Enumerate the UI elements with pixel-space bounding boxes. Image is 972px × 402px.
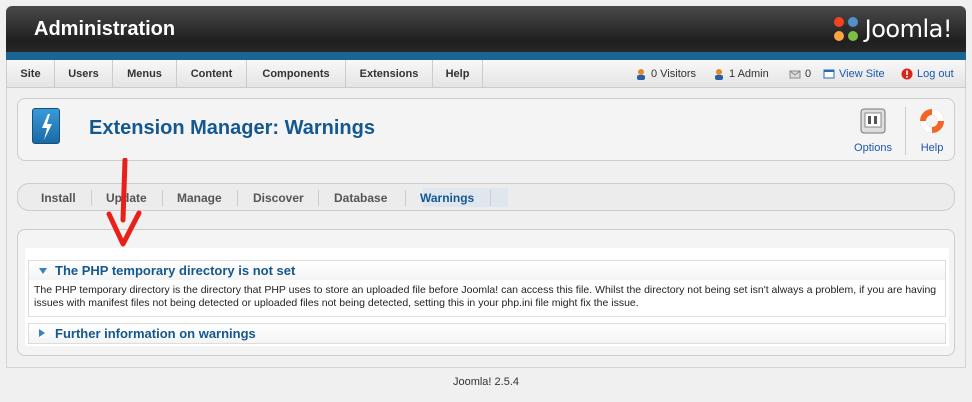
submenu-tabs: Install Update Manage Discover Database …: [17, 183, 955, 211]
warning-title: The PHP temporary directory is not set: [55, 263, 296, 278]
admin-header: Administration Joomla!: [6, 6, 966, 56]
caret-down-icon: [39, 268, 47, 274]
messages-icon: [789, 70, 801, 79]
tab-divider: [162, 190, 163, 206]
admin-title: Administration: [34, 18, 176, 40]
logout-icon: [901, 68, 913, 80]
warning-panel-header[interactable]: The PHP temporary directory is not set: [29, 261, 945, 280]
tab-divider: [318, 190, 319, 206]
menu-extensions[interactable]: Extensions: [346, 60, 433, 88]
help-lifebuoy-icon: [920, 109, 944, 133]
further-info-panel: Further information on warnings: [28, 323, 946, 344]
header-stripe: [6, 52, 966, 60]
tab-divider: [237, 190, 238, 206]
footer-version: Joomla! 2.5.4: [452, 376, 520, 388]
further-info-header[interactable]: Further information on warnings: [29, 324, 945, 343]
menu-components[interactable]: Components: [247, 60, 346, 88]
menu-help[interactable]: Help: [433, 60, 483, 88]
view-site-icon: [823, 69, 835, 79]
toolbar-separator: [905, 107, 906, 155]
admins-status: 1 Admin: [713, 60, 769, 88]
menu-site[interactable]: Site: [7, 60, 55, 88]
admins-count: 1 Admin: [729, 68, 769, 80]
toolbar-box: Extension Manager: Warnings Options Help: [17, 98, 955, 161]
admins-icon: [715, 69, 723, 80]
tab-discover[interactable]: Discover: [253, 190, 304, 206]
options-button[interactable]: Options: [848, 107, 898, 154]
joomla-logo-text: Joomla!: [864, 15, 953, 43]
help-button[interactable]: Help: [907, 107, 957, 154]
tab-warnings[interactable]: Warnings: [420, 190, 474, 206]
tab-manage[interactable]: Manage: [177, 190, 222, 206]
logout-link[interactable]: Log out: [901, 60, 954, 88]
visitors-status: 0 Visitors: [635, 60, 696, 88]
joomla-logo-icon: [833, 17, 858, 41]
caret-right-icon: [39, 329, 45, 337]
menu-users[interactable]: Users: [55, 60, 113, 88]
extension-manager-icon: [32, 108, 60, 144]
options-label: Options: [854, 142, 892, 154]
warning-panel: The PHP temporary directory is not set T…: [28, 260, 946, 317]
main-menu: Site Users Menus Content Components Exte…: [6, 60, 966, 88]
help-label: Help: [920, 142, 944, 154]
warning-description: The PHP temporary directory is the direc…: [34, 284, 937, 309]
view-site-link[interactable]: View Site: [823, 60, 885, 88]
red-arrow-annotation: [106, 158, 142, 247]
tab-install[interactable]: Install: [41, 190, 76, 206]
visitors-count: 0 Visitors: [651, 68, 697, 80]
tab-database[interactable]: Database: [334, 190, 387, 206]
messages-status[interactable]: 0: [789, 60, 811, 88]
further-info-title: Further information on warnings: [55, 326, 256, 341]
options-icon: [860, 108, 886, 134]
tab-divider: [405, 190, 406, 206]
page-title: Extension Manager: Warnings: [89, 117, 375, 139]
menu-content[interactable]: Content: [177, 60, 247, 88]
tab-divider: [490, 190, 491, 206]
visitors-icon: [637, 69, 645, 80]
logout-label: Log out: [917, 68, 954, 80]
tab-divider: [91, 190, 92, 206]
menu-menus[interactable]: Menus: [113, 60, 177, 88]
joomla-logo: Joomla!: [831, 14, 953, 44]
messages-count: 0: [805, 68, 812, 80]
view-site-label: View Site: [839, 68, 885, 80]
